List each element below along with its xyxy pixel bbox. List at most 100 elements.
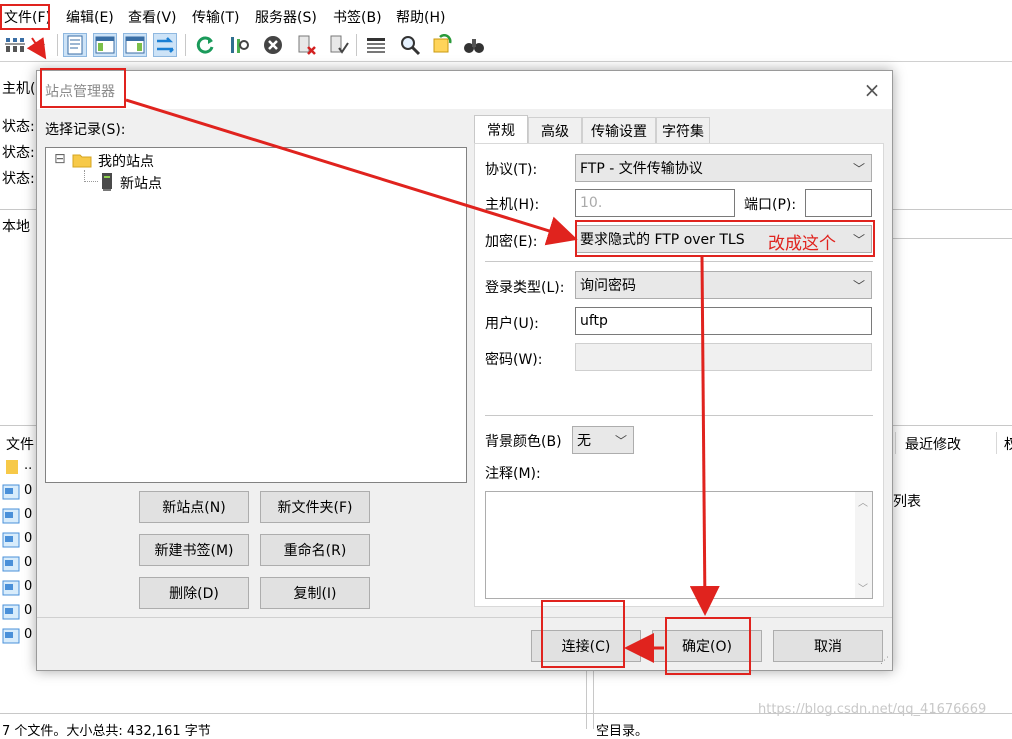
process-queue-icon[interactable] bbox=[227, 33, 251, 57]
remote-list-text: 列表 bbox=[893, 494, 921, 510]
file-icon bbox=[2, 604, 22, 620]
server-icon bbox=[102, 173, 112, 191]
comments-label: 注释(M): bbox=[485, 466, 541, 482]
search-icon[interactable] bbox=[398, 33, 422, 57]
watermark: https://blog.csdn.net/qq_41676669 bbox=[758, 702, 987, 717]
password-field[interactable] bbox=[575, 343, 872, 371]
toolbar-separator bbox=[57, 34, 58, 56]
transfer-queue-icon[interactable] bbox=[153, 33, 177, 57]
logon-type-select[interactable]: 询问密码 ﹀ bbox=[575, 271, 872, 299]
scroll-up-icon[interactable]: ︿ bbox=[858, 494, 868, 509]
tree-expander-icon[interactable]: ⊟ bbox=[54, 151, 66, 167]
site-manager-icon[interactable] bbox=[3, 33, 27, 57]
file-name[interactable]: 0 bbox=[24, 555, 32, 570]
file-name[interactable]: 0 bbox=[24, 531, 32, 546]
menu-help[interactable]: 帮助(H) bbox=[396, 7, 445, 27]
site-manager-dropdown-icon[interactable] bbox=[30, 33, 54, 57]
permissions-column-header[interactable]: 权 bbox=[1004, 434, 1012, 454]
pane-divider bbox=[893, 238, 1012, 239]
comments-textarea[interactable]: ︿ ﹀ bbox=[485, 491, 873, 599]
close-icon[interactable]: × bbox=[859, 77, 885, 103]
cancel-icon[interactable] bbox=[261, 33, 285, 57]
copy-button[interactable]: 复制(I) bbox=[260, 577, 370, 609]
new-folder-button[interactable]: 新文件夹(F) bbox=[260, 491, 370, 523]
pane-divider bbox=[586, 671, 587, 729]
local-tree-icon[interactable] bbox=[93, 33, 117, 57]
remote-tree-icon[interactable] bbox=[123, 33, 147, 57]
menu-view[interactable]: 查看(V) bbox=[128, 7, 177, 27]
annotation-box-connect bbox=[541, 600, 625, 668]
message-log-icon[interactable] bbox=[63, 33, 87, 57]
disconnect-icon[interactable] bbox=[295, 33, 319, 57]
file-name[interactable]: 0 bbox=[24, 603, 32, 618]
host-field[interactable]: 10. bbox=[575, 189, 735, 217]
fieldset-divider bbox=[485, 415, 873, 416]
new-bookmark-button[interactable]: 新建书签(M) bbox=[139, 534, 249, 566]
site-tree[interactable]: ⊟ 我的站点 新站点 bbox=[45, 147, 467, 483]
background-color-select[interactable]: 无 ﹀ bbox=[572, 426, 634, 454]
folder-icon bbox=[6, 460, 18, 474]
tab-transfer-settings[interactable]: 传输设置 bbox=[582, 117, 656, 143]
protocol-value: FTP - 文件传输协议 bbox=[580, 161, 703, 177]
tab-charset[interactable]: 字符集 bbox=[656, 117, 710, 143]
tree-root-label[interactable]: 我的站点 bbox=[98, 151, 154, 171]
password-label: 密码(W): bbox=[485, 352, 543, 368]
protocol-select[interactable]: FTP - 文件传输协议 ﹀ bbox=[575, 154, 872, 182]
file-name[interactable]: 0 bbox=[24, 483, 32, 498]
file-name[interactable]: 0 bbox=[24, 579, 32, 594]
column-divider bbox=[895, 432, 896, 454]
user-value: uftp bbox=[580, 313, 608, 329]
delete-button[interactable]: 删除(D) bbox=[139, 577, 249, 609]
pane-divider bbox=[593, 671, 594, 729]
user-label: 用户(U): bbox=[485, 316, 539, 332]
status-label: 状态: bbox=[2, 119, 35, 135]
pane-divider bbox=[893, 209, 1012, 210]
background-color-label: 背景颜色(B) bbox=[485, 434, 562, 450]
file-name[interactable]: 0 bbox=[24, 627, 32, 642]
cancel-button[interactable]: 取消 bbox=[773, 630, 883, 662]
annotation-box-ok bbox=[665, 617, 751, 675]
menu-server[interactable]: 服务器(S) bbox=[255, 7, 317, 27]
site-manager-dialog: 站点管理器 × 选择记录(S): ⊟ 我的站点 新站点 新站点(N) 新文件夹(… bbox=[36, 70, 893, 675]
chevron-down-icon: ﹀ bbox=[614, 434, 627, 448]
resize-grip-icon[interactable]: ⋰ bbox=[880, 656, 889, 666]
toolbar-divider bbox=[0, 61, 1012, 62]
select-entry-label: 选择记录(S): bbox=[45, 122, 126, 138]
new-site-button[interactable]: 新站点(N) bbox=[139, 491, 249, 523]
synchronized-browsing-icon[interactable] bbox=[430, 33, 454, 57]
logon-type-label: 登录类型(L): bbox=[485, 280, 565, 296]
user-field[interactable]: uftp bbox=[575, 307, 872, 335]
host-value: 10. bbox=[580, 195, 603, 211]
protocol-label: 协议(T): bbox=[485, 162, 538, 178]
file-icon bbox=[2, 484, 22, 500]
rename-button[interactable]: 重命名(R) bbox=[260, 534, 370, 566]
last-modified-column-header[interactable]: 最近修改 bbox=[905, 434, 961, 454]
pane-divider bbox=[893, 425, 1012, 426]
port-label: 端口(P): bbox=[744, 197, 797, 213]
host-label: 主机(H): bbox=[485, 197, 540, 213]
menu-bookmarks[interactable]: 书签(B) bbox=[333, 7, 382, 27]
tab-advanced[interactable]: 高级 bbox=[528, 117, 582, 143]
pane-divider bbox=[0, 425, 36, 426]
scroll-down-icon[interactable]: ﹀ bbox=[858, 580, 868, 595]
refresh-icon[interactable] bbox=[193, 33, 217, 57]
reconnect-icon[interactable] bbox=[327, 33, 351, 57]
file-name[interactable]: .. bbox=[24, 458, 32, 473]
scrollbar[interactable]: ︿ ﹀ bbox=[855, 492, 872, 598]
local-site-label: 本地 bbox=[2, 219, 30, 235]
port-field[interactable] bbox=[805, 189, 872, 217]
file-column-header[interactable]: 文件 bbox=[6, 434, 34, 454]
tab-general[interactable]: 常规 bbox=[474, 115, 528, 143]
chevron-down-icon: ﹀ bbox=[852, 279, 865, 293]
local-status-text: 7 个文件。大小总共: 432,161 字节 bbox=[2, 724, 211, 739]
menu-transfer[interactable]: 传输(T) bbox=[192, 7, 239, 27]
annotation-box-file-menu bbox=[0, 4, 50, 30]
menu-edit[interactable]: 编辑(E) bbox=[66, 7, 114, 27]
status-label: 状态: bbox=[2, 145, 35, 161]
directory-listing-filters-icon[interactable] bbox=[364, 33, 388, 57]
find-files-icon[interactable] bbox=[462, 33, 486, 57]
status-label: 状态: bbox=[2, 171, 35, 187]
file-icon bbox=[2, 556, 22, 572]
file-name[interactable]: 0 bbox=[24, 507, 32, 522]
tree-site-label[interactable]: 新站点 bbox=[120, 173, 162, 193]
